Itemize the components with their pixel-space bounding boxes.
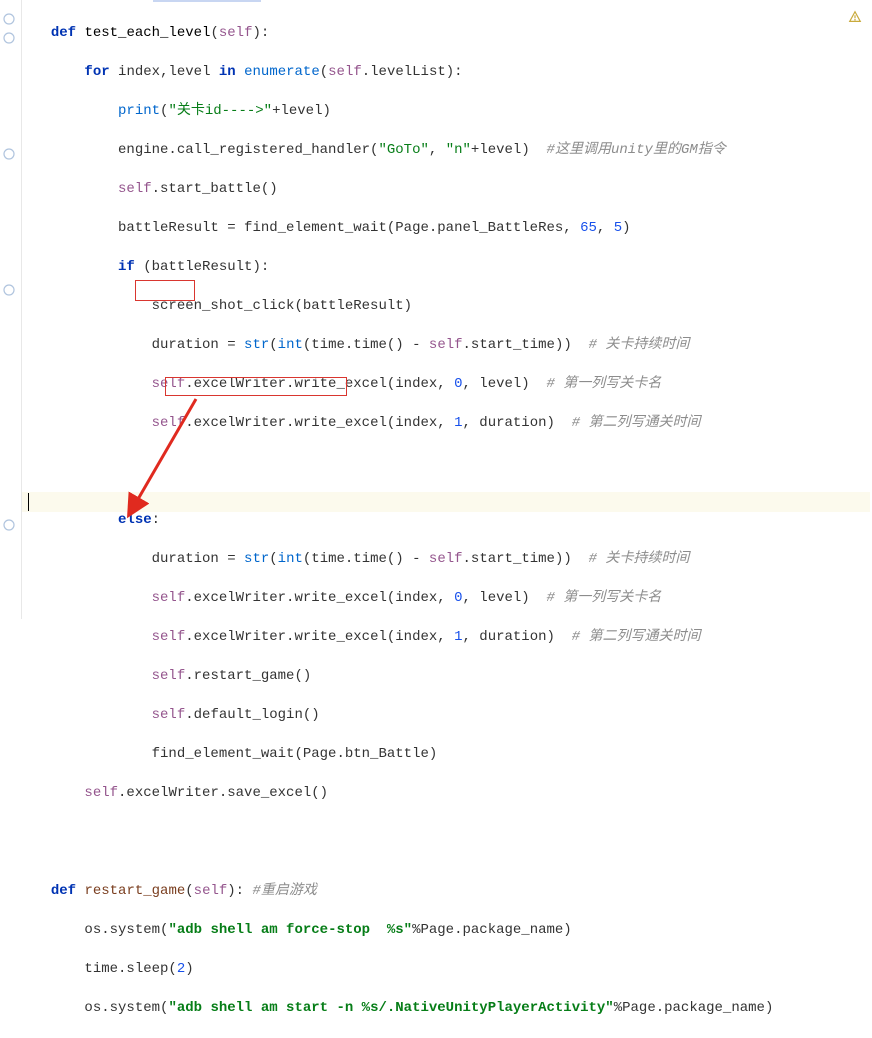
code-line: if (battleResult): bbox=[34, 258, 864, 278]
code-line: self.excelWriter.write_excel(index, 0, l… bbox=[34, 375, 864, 395]
gutter-marker-icon bbox=[2, 31, 16, 45]
code-line: self.excelWriter.write_excel(index, 1, d… bbox=[34, 628, 864, 648]
code-line: battleResult = find_element_wait(Page.pa… bbox=[34, 219, 864, 239]
code-line: duration = str(int(time.time() - self.st… bbox=[34, 550, 864, 570]
code-line: self.default_login() bbox=[34, 706, 864, 726]
code-line: def restart_game(self): #重启游戏 bbox=[34, 882, 864, 902]
code-line: print("关卡id---->"+level) bbox=[34, 102, 864, 122]
gutter-marker-icon bbox=[2, 283, 16, 297]
code-line: self.start_battle() bbox=[34, 180, 864, 200]
code-line: self.excelWriter.save_excel() bbox=[34, 784, 864, 804]
code-line: self.excelWriter.write_excel(index, 1, d… bbox=[34, 414, 864, 434]
code-line: for index,level in enumerate(self.levelL… bbox=[34, 63, 864, 83]
code-line: duration = str(int(time.time() - self.st… bbox=[34, 336, 864, 356]
code-line: else: bbox=[34, 511, 864, 531]
code-line: os.system("adb shell am start -n %s/.Nat… bbox=[34, 999, 864, 1019]
code-line: self.restart_game() bbox=[34, 667, 864, 687]
gutter-marker-icon bbox=[2, 12, 16, 26]
code-line: screen_shot_click(battleResult) bbox=[34, 297, 864, 317]
code-editor[interactable]: def test_each_level(self): for index,lev… bbox=[22, 0, 872, 1038]
code-line: engine.call_registered_handler("GoTo", "… bbox=[34, 141, 864, 161]
gutter-marker-icon bbox=[2, 518, 16, 532]
code-line: os.system("adb shell am force-stop %s"%P… bbox=[34, 921, 864, 941]
editor-gutter bbox=[0, 0, 22, 619]
code-line: find_element_wait(Page.btn_Battle) bbox=[34, 745, 864, 765]
code-line: self.excelWriter.write_excel(index, 0, l… bbox=[34, 589, 864, 609]
gutter-marker-icon bbox=[2, 147, 16, 161]
code-line: def test_each_level(self): bbox=[34, 24, 864, 44]
code-line: time.sleep(2) bbox=[34, 960, 864, 980]
